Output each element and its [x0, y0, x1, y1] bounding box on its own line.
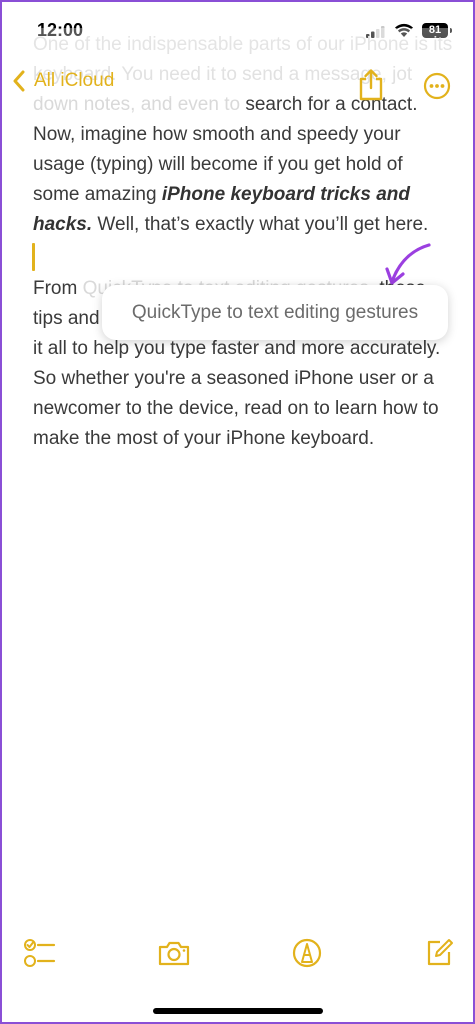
- share-icon[interactable]: [356, 68, 386, 102]
- home-indicator: [153, 1008, 323, 1014]
- note-text-end: Well, that’s exactly what you’ll get her…: [92, 214, 429, 235]
- checklist-icon[interactable]: [24, 938, 56, 968]
- back-button[interactable]: All iCloud: [12, 70, 114, 92]
- compose-icon[interactable]: [424, 938, 454, 968]
- tooltip-bubble: QuickType to text editing gestures: [102, 285, 448, 340]
- more-options-icon[interactable]: [423, 72, 451, 100]
- camera-icon[interactable]: [157, 938, 191, 968]
- chevron-left-icon: [13, 70, 25, 92]
- annotation-arrow-icon: [385, 243, 431, 285]
- text-cursor: [32, 243, 35, 271]
- markup-icon[interactable]: [292, 938, 322, 968]
- note-text-from: From: [33, 278, 83, 299]
- back-label: All iCloud: [34, 70, 115, 91]
